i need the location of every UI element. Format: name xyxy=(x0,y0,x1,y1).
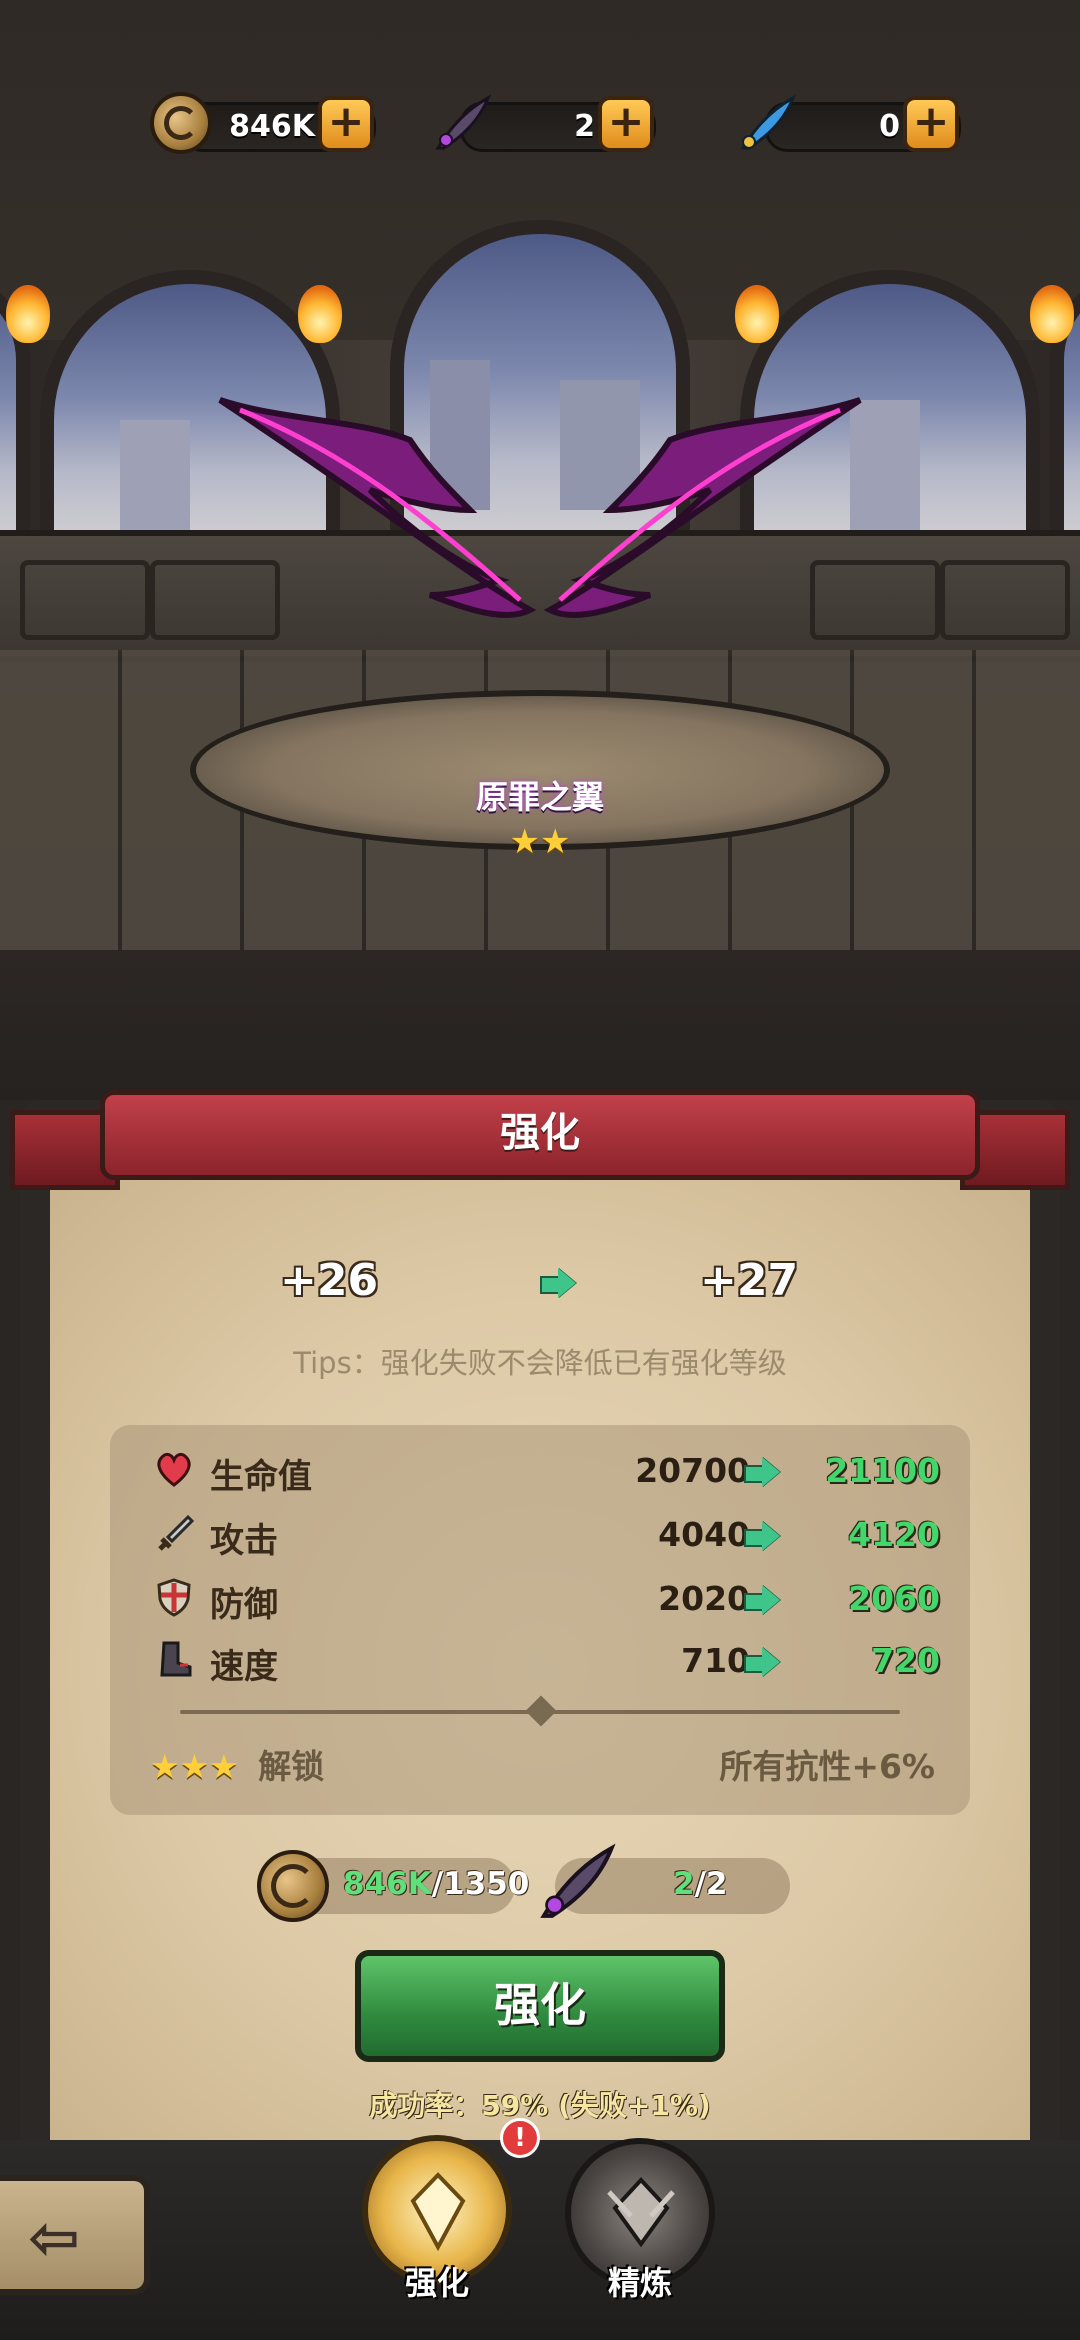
stat-next-value: 720 xyxy=(871,1641,940,1680)
current-level: +26 xyxy=(280,1255,379,1306)
blue-feather-icon xyxy=(740,94,796,150)
demon-wings-item-icon[interactable] xyxy=(200,380,880,660)
stat-next-value: 2060 xyxy=(848,1579,940,1618)
equipment-display-scene: 原罪之翼 ★★ xyxy=(0,0,1080,1100)
railing-panel xyxy=(940,560,1070,640)
panel-title: 强化 xyxy=(500,1110,580,1156)
stat-current-value: 2020 xyxy=(658,1579,750,1618)
gold-have: 846K xyxy=(343,1866,432,1902)
gold-cost: 846K/1350 xyxy=(257,1850,529,1922)
torch-flame-icon xyxy=(735,285,779,343)
level-arrow-icon xyxy=(540,1268,576,1298)
feather-need: /2 xyxy=(694,1866,728,1902)
star-unlock-row: ★★★ 解锁 xyxy=(150,1740,324,1788)
unlock-stars: ★★★ xyxy=(150,1747,239,1786)
castle-tower xyxy=(120,420,190,530)
back-button[interactable]: ⇦ xyxy=(0,2175,150,2295)
add-purple-feather-button[interactable]: + xyxy=(598,96,654,152)
next-level: +27 xyxy=(700,1255,799,1306)
stat-next-value: 4120 xyxy=(848,1515,940,1554)
unlock-bonus: 所有抗性+6% xyxy=(719,1747,935,1786)
refine-crest-icon xyxy=(607,2177,675,2248)
torch-flame-icon xyxy=(298,285,342,343)
currency-blue-feather: 0 + xyxy=(735,92,965,156)
feather-have: 2 xyxy=(673,1866,695,1902)
add-gold-button[interactable]: + xyxy=(318,96,374,152)
sword-icon xyxy=(158,1514,194,1551)
stat-current-value: 4040 xyxy=(658,1515,750,1554)
add-blue-feather-button[interactable]: + xyxy=(903,96,959,152)
stat-current-value: 20700 xyxy=(635,1451,750,1490)
shield-icon xyxy=(157,1578,191,1617)
stat-name: 速度 xyxy=(210,1647,278,1687)
torch-flame-icon xyxy=(1030,285,1074,343)
back-arrow-icon: ⇦ xyxy=(28,2201,80,2274)
stat-name: 攻击 xyxy=(210,1521,278,1561)
currency-purple-feather: 2 + xyxy=(430,92,660,156)
torch-flame-icon xyxy=(6,285,50,343)
enhance-tips: Tips：强化失败不会降低已有强化等级 xyxy=(293,1346,787,1380)
stat-next-value: 21100 xyxy=(825,1451,940,1490)
purple-feather-amount: 2 xyxy=(574,109,595,144)
stat-row-speed: 速度 710 720 xyxy=(150,1633,950,1689)
tab-enhance-label: 强化 xyxy=(404,2264,469,2302)
blue-feather-amount: 0 xyxy=(879,109,900,144)
unlock-label: 解锁 xyxy=(258,1747,325,1786)
tab-refine-label: 精炼 xyxy=(607,2264,672,2302)
currency-gold: 846K + xyxy=(150,92,380,156)
item-star-rating: ★★ xyxy=(509,822,571,862)
notification-badge: ! xyxy=(500,2118,540,2158)
stat-row-attack: 攻击 4040 4120 xyxy=(150,1507,950,1563)
success-rate: 成功率：59% (失败+1%) xyxy=(369,2089,711,2122)
heart-icon xyxy=(157,1452,191,1487)
purple-feather-icon xyxy=(540,1843,616,1918)
gold-amount: 846K xyxy=(229,109,315,144)
gold-coin-icon xyxy=(150,92,212,154)
enhance-crest-icon xyxy=(410,2172,466,2251)
boot-icon xyxy=(160,1641,192,1677)
feather-cost: 2/2 xyxy=(540,1843,790,1918)
purple-feather-icon xyxy=(435,94,491,150)
bottom-nav xyxy=(0,2140,1080,2340)
railing-panel xyxy=(20,560,150,640)
gold-coin-icon xyxy=(257,1850,329,1922)
stat-row-defense: 防御 2020 2060 xyxy=(150,1571,950,1627)
stat-name: 防御 xyxy=(210,1585,278,1625)
stat-row-hp: 生命值 20700 21100 xyxy=(150,1443,950,1499)
stat-name: 生命值 xyxy=(210,1457,312,1497)
gold-need: /1350 xyxy=(431,1866,530,1902)
item-name: 原罪之翼 xyxy=(475,778,604,816)
enhance-button[interactable]: 强化 xyxy=(355,1950,725,2062)
stat-current-value: 710 xyxy=(681,1641,750,1680)
